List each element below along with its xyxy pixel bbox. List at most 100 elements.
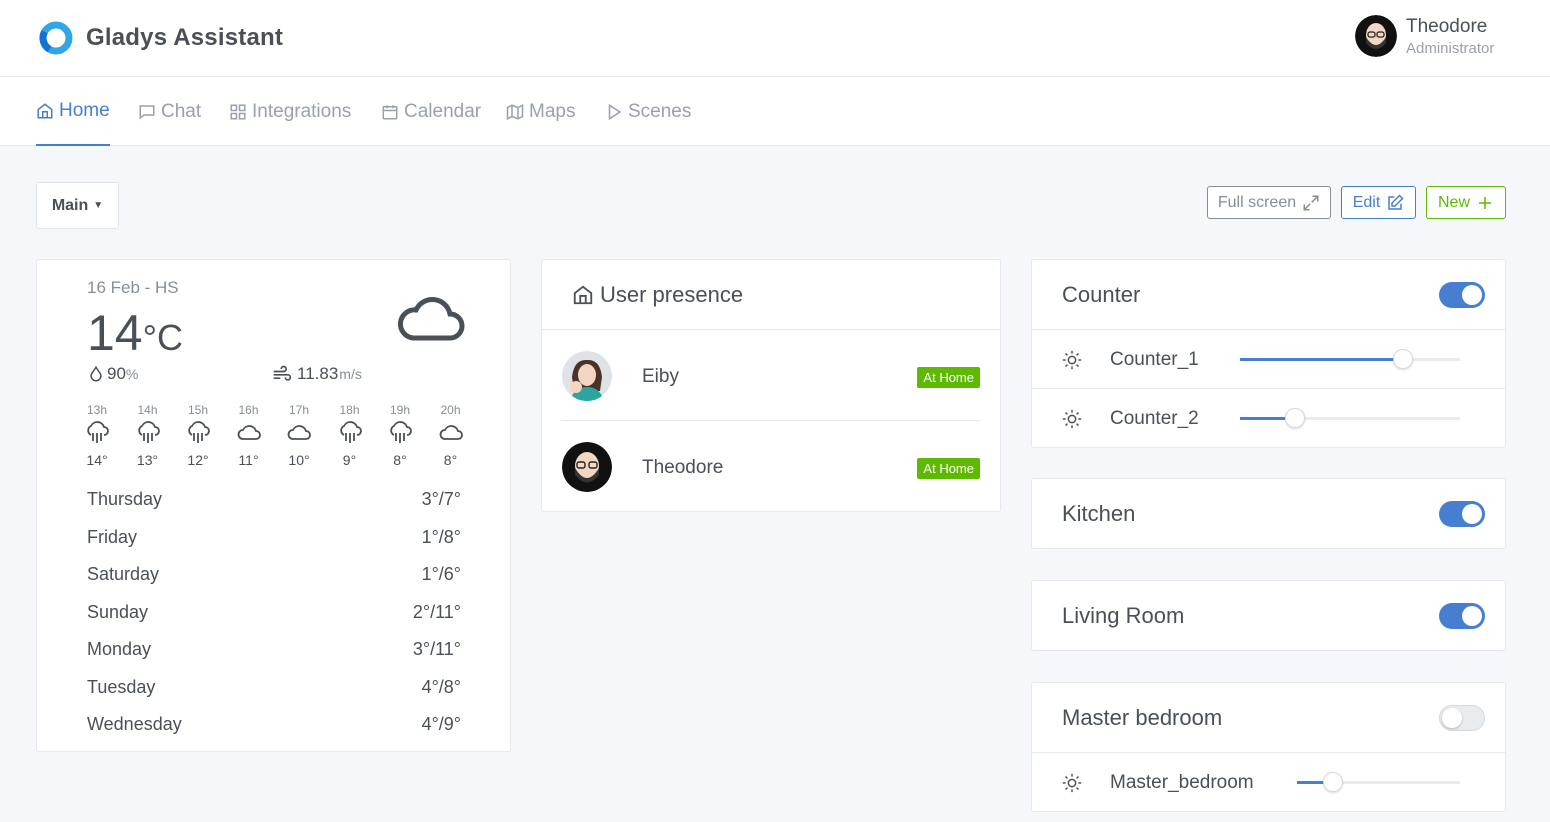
hour-temp: 12° <box>187 452 209 468</box>
slider-thumb[interactable] <box>1285 408 1305 428</box>
brand[interactable]: Gladys Assistant <box>38 20 283 56</box>
room-header: Kitchen <box>1032 479 1505 549</box>
tab-maps[interactable]: Maps <box>506 77 575 146</box>
day-row: Tuesday 4°/8° <box>87 677 461 715</box>
rain-icon <box>390 421 412 443</box>
room-toggle[interactable] <box>1439 603 1485 629</box>
cloud-icon <box>287 425 311 440</box>
day-row: Monday 3°/11° <box>87 639 461 677</box>
hour-label: 15h <box>187 403 209 417</box>
hour-label: 20h <box>440 403 461 417</box>
tab-integrations[interactable]: Integrations <box>229 77 351 146</box>
toggle-knob <box>1462 285 1482 305</box>
weather-wind: 11.83 m/s <box>272 364 362 384</box>
fullscreen-label: Full screen <box>1217 193 1297 211</box>
caret-down-icon: ▼ <box>93 200 104 211</box>
room-toggle[interactable] <box>1439 501 1485 527</box>
device-row: Counter_1 <box>1032 330 1505 389</box>
slider-fill <box>1240 358 1403 361</box>
user-role: Administrator <box>1406 39 1495 57</box>
room-title: Counter <box>1062 281 1141 307</box>
cloud-icon <box>439 425 463 440</box>
day-name: Tuesday <box>87 676 156 697</box>
weather-humidity: 90% <box>87 364 138 384</box>
hour-label: 13h <box>86 403 108 417</box>
dashboard-select[interactable]: Main ▼ <box>36 182 119 229</box>
hour-temp: 8° <box>443 452 458 468</box>
app-title: Gladys Assistant <box>86 24 284 51</box>
top-header: Gladys Assistant Theodore Administrator <box>0 0 1550 77</box>
tab-scenes-label: Scenes <box>628 100 692 122</box>
presence-title: User presence <box>600 281 744 307</box>
room-header: Counter <box>1032 260 1505 330</box>
user-menu[interactable]: Theodore Administrator <box>1355 15 1494 57</box>
room-card-counter: Counter Counter_1 Counter_2 <box>1031 259 1506 448</box>
slider-thumb[interactable] <box>1392 349 1413 369</box>
user-name: Theodore <box>1406 15 1488 37</box>
day-range: 2°/11° <box>412 601 461 622</box>
tab-chat-label: Chat <box>161 100 202 122</box>
tab-scenes[interactable]: Scenes <box>605 77 691 146</box>
brightness-slider[interactable] <box>1297 772 1460 792</box>
tab-home[interactable]: Home <box>36 77 110 146</box>
tab-home-label: Home <box>59 99 110 121</box>
tab-calendar[interactable]: Calendar <box>381 77 481 146</box>
day-row: Saturday 1°/6° <box>87 564 461 602</box>
tab-maps-label: Maps <box>529 100 576 122</box>
brightness-slider[interactable] <box>1240 408 1460 428</box>
toggle-knob <box>1462 504 1482 524</box>
day-row: Thursday 3°/7° <box>87 489 461 527</box>
tab-integrations-label: Integrations <box>252 100 352 122</box>
tab-chat[interactable]: Chat <box>138 77 201 146</box>
day-name: Sunday <box>87 601 149 622</box>
device-label: Counter_1 <box>1110 349 1199 370</box>
light-icon <box>1062 350 1082 370</box>
room-toggle[interactable] <box>1439 705 1485 731</box>
light-icon <box>1062 409 1082 429</box>
presence-user-name: Theodore <box>642 457 724 478</box>
day-name: Friday <box>87 526 138 547</box>
expand-icon <box>1303 195 1319 210</box>
room-card-living-room: Living Room <box>1031 580 1506 651</box>
light-icon <box>1062 773 1082 793</box>
hour-label: 17h <box>288 403 310 417</box>
hour-temp: 8° <box>393 452 407 468</box>
brightness-slider[interactable] <box>1240 349 1460 369</box>
hour-label: 14h <box>137 403 158 417</box>
day-row: Sunday 2°/11° <box>87 602 461 640</box>
day-range: 1°/8° <box>421 526 461 547</box>
day-range: 3°/7° <box>421 489 461 509</box>
room-toggle[interactable] <box>1439 282 1485 308</box>
room-title: Master bedroom <box>1062 704 1223 730</box>
wind-value: 11.83 <box>297 364 339 383</box>
new-button[interactable]: New <box>1426 186 1506 219</box>
hour-label: 19h <box>389 403 411 417</box>
day-row: Friday 1°/8° <box>87 527 461 565</box>
hour-label: 18h <box>339 403 360 417</box>
rain-icon <box>339 421 362 443</box>
slider-thumb[interactable] <box>1322 772 1343 792</box>
day-name: Saturday <box>87 564 160 584</box>
fullscreen-button[interactable]: Full screen <box>1207 186 1331 219</box>
hourly-forecast: 13h 14° 14h 13° 15h 12° 16h 11° 17h 10° … <box>77 403 477 473</box>
weather-temperature: 14°C <box>87 304 183 362</box>
hour-item: 16h 11° <box>229 403 269 468</box>
main-nav: Home Chat Integrations Calendar Maps Sce… <box>0 77 1550 146</box>
rain-icon <box>137 421 160 443</box>
presence-header: User presence <box>542 260 1000 330</box>
user-presence-card: User presence Eiby At Home Theodore At H… <box>541 259 1001 512</box>
weather-card: 16 Feb - HS 14°C 90% 11.83 m/s 13h 14° 14… <box>36 259 511 752</box>
device-label: Master_bedroom <box>1110 772 1254 793</box>
presence-user-name: Eiby <box>642 366 679 387</box>
hour-item: 14h 13° <box>128 403 168 468</box>
map-icon <box>506 103 524 120</box>
device-row: Counter_2 <box>1032 389 1505 448</box>
rain-icon <box>87 421 109 443</box>
day-range: 1°/6° <box>421 564 461 584</box>
wind-icon <box>273 365 292 381</box>
edit-icon <box>1388 193 1404 210</box>
room-card-kitchen: Kitchen <box>1031 478 1506 549</box>
hour-temp: 13° <box>136 452 159 468</box>
edit-button[interactable]: Edit <box>1341 186 1416 219</box>
presence-row: Eiby At Home <box>562 331 980 421</box>
